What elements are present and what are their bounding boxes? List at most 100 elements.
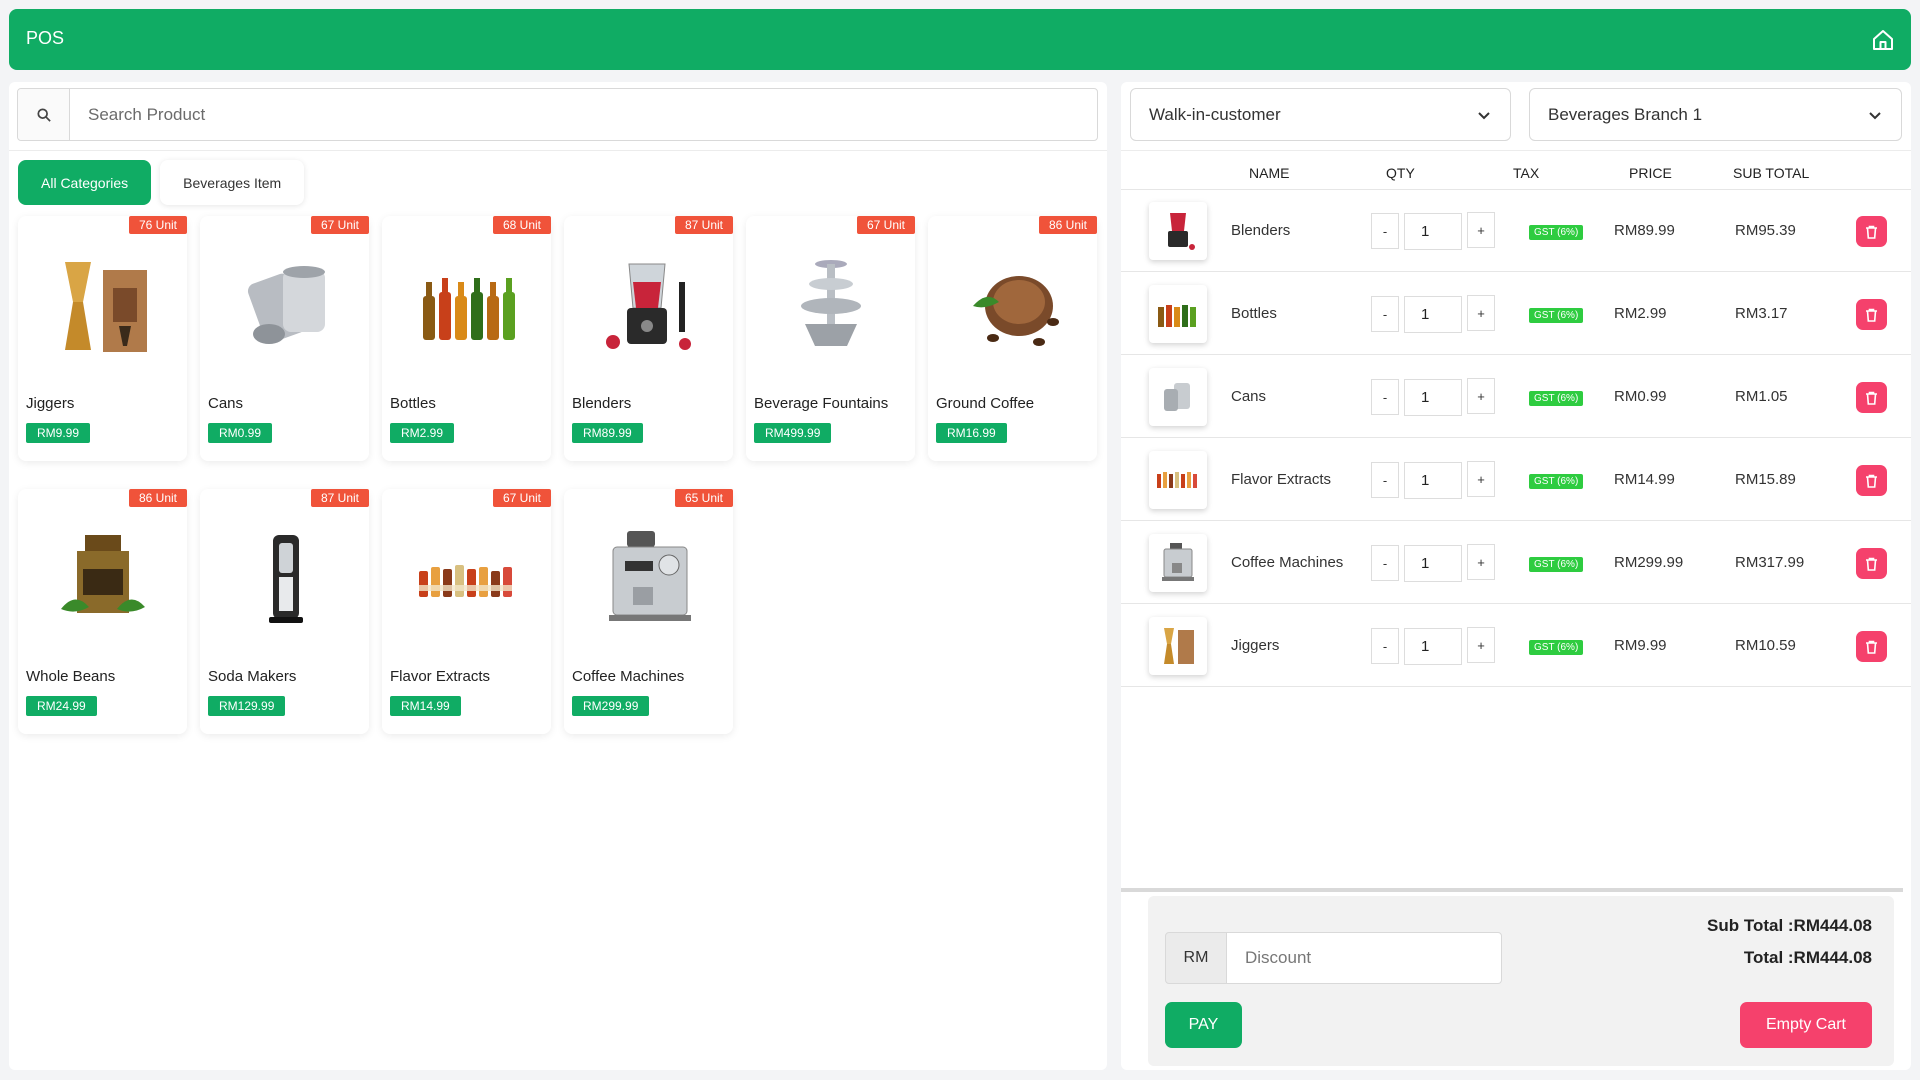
qty-input[interactable] (1404, 628, 1462, 665)
qty-decrease-button[interactable]: - (1371, 628, 1399, 664)
product-image (30, 517, 175, 642)
qty-increase-button[interactable]: + (1467, 212, 1495, 248)
product-image (576, 517, 721, 642)
qty-increase-button[interactable]: + (1467, 295, 1495, 331)
product-card[interactable]: 76 Unit Jiggers RM9.99 (18, 216, 187, 461)
qty-increase-button[interactable]: + (1467, 378, 1495, 414)
qty-decrease-button[interactable]: - (1371, 296, 1399, 332)
delete-item-button[interactable] (1856, 299, 1887, 330)
product-price: RM299.99 (572, 696, 650, 716)
home-icon[interactable] (1871, 28, 1895, 52)
trash-icon (1866, 391, 1877, 405)
qty-input[interactable] (1404, 462, 1462, 499)
product-name: Coffee Machines (572, 668, 685, 685)
cart-item-subtotal: RM15.89 (1735, 471, 1796, 488)
empty-cart-button[interactable]: Empty Cart (1740, 1002, 1872, 1048)
customer-select[interactable]: Walk-in-customer (1130, 88, 1511, 141)
product-card[interactable]: 86 Unit Ground Coffee RM16.99 (928, 216, 1097, 461)
product-card[interactable]: 87 Unit Soda Makers RM129.99 (200, 489, 369, 734)
product-name: Soda Makers (208, 668, 297, 685)
cart-row: Cans - + GST (6%) RM0.99 RM1.05 (1121, 356, 1911, 438)
stock-badge: 67 Unit (856, 216, 915, 234)
search-icon[interactable] (18, 89, 70, 140)
product-name: Ground Coffee (936, 395, 1035, 412)
qty-increase-button[interactable]: + (1467, 544, 1495, 580)
qty-decrease-button[interactable]: - (1371, 462, 1399, 498)
product-price: RM9.99 (26, 423, 91, 443)
delete-item-button[interactable] (1856, 631, 1887, 662)
product-card[interactable]: 68 Unit Bottles RM2.99 (382, 216, 551, 461)
product-name: Beverage Fountains (754, 395, 889, 412)
cart-item-name: Jiggers (1231, 637, 1280, 654)
product-image (394, 244, 539, 369)
stock-badge: 76 Unit (128, 216, 187, 234)
stock-badge: 68 Unit (492, 216, 551, 234)
product-card[interactable]: 67 Unit Beverage Fountains RM499.99 (746, 216, 915, 461)
trash-icon (1866, 640, 1877, 654)
cart-table-header: NAME QTY TAX PRICE SUB TOTAL (1121, 156, 1911, 190)
delete-item-button[interactable] (1856, 382, 1887, 413)
qty-decrease-button[interactable]: - (1371, 379, 1399, 415)
discount-input[interactable] (1227, 932, 1502, 984)
cart-item-price: RM14.99 (1614, 471, 1675, 488)
product-name: Cans (208, 395, 244, 412)
qty-decrease-button[interactable]: - (1371, 213, 1399, 249)
trash-icon (1866, 474, 1877, 488)
product-image (940, 244, 1085, 369)
qty-input[interactable] (1404, 545, 1462, 582)
product-card[interactable]: 65 Unit Coffee Machines RM299.99 (564, 489, 733, 734)
branch-select[interactable]: Beverages Branch 1 (1529, 88, 1902, 141)
cart-item-price: RM2.99 (1614, 305, 1667, 322)
cart-item-price: RM299.99 (1614, 554, 1684, 571)
product-card[interactable]: 67 Unit Cans RM0.99 (200, 216, 369, 461)
pay-button[interactable]: PAY (1165, 1002, 1242, 1048)
tab-all-categories[interactable]: All Categories (18, 160, 152, 205)
product-name: Whole Beans (26, 668, 116, 685)
tab-beverages-item[interactable]: Beverages Item (160, 160, 305, 205)
product-price: RM16.99 (936, 423, 1007, 443)
stock-badge: 67 Unit (310, 216, 369, 234)
column-header-name: NAME (1249, 165, 1290, 181)
qty-increase-button[interactable]: + (1467, 461, 1495, 497)
category-tabs: All Categories Beverages Item (18, 160, 305, 205)
column-header-tax: TAX (1513, 165, 1540, 181)
product-card[interactable]: 67 Unit Flavor Extracts RM14.99 (382, 489, 551, 734)
tax-badge: GST (6%) (1529, 640, 1584, 655)
cart-item-thumbnail (1149, 451, 1207, 509)
qty-input[interactable] (1404, 296, 1462, 333)
delete-item-button[interactable] (1856, 216, 1887, 247)
discount-group: RM (1165, 932, 1502, 984)
qty-input[interactable] (1404, 213, 1462, 250)
stock-badge: 67 Unit (492, 489, 551, 507)
cart-item-thumbnail (1149, 368, 1207, 426)
cart-item-name: Flavor Extracts (1231, 471, 1332, 488)
cart-item-thumbnail (1149, 202, 1207, 260)
product-card[interactable]: 86 Unit Whole Beans RM24.99 (18, 489, 187, 734)
cart-item-price: RM0.99 (1614, 388, 1667, 405)
product-image (212, 517, 357, 642)
chevron-down-icon (1869, 112, 1881, 120)
cart-item-thumbnail (1149, 617, 1207, 675)
cart-item-subtotal: RM3.17 (1735, 305, 1788, 322)
column-header-price: PRICE (1629, 165, 1672, 181)
cart-item-subtotal: RM10.59 (1735, 637, 1796, 654)
delete-item-button[interactable] (1856, 548, 1887, 579)
delete-item-button[interactable] (1856, 465, 1887, 496)
product-name: Bottles (390, 395, 436, 412)
qty-increase-button[interactable]: + (1467, 627, 1495, 663)
qty-input[interactable] (1404, 379, 1462, 416)
currency-label: RM (1165, 932, 1227, 984)
tax-badge: GST (6%) (1529, 308, 1584, 323)
search-input[interactable] (70, 89, 1097, 140)
product-price: RM89.99 (572, 423, 643, 443)
cart-item-price: RM89.99 (1614, 222, 1675, 239)
product-price: RM129.99 (208, 696, 286, 716)
qty-decrease-button[interactable]: - (1371, 545, 1399, 581)
cart-item-subtotal: RM317.99 (1735, 554, 1805, 571)
checkout-summary: RM Sub Total :RM444.08 Total :RM444.08 P… (1148, 896, 1894, 1066)
cart-item-thumbnail (1149, 285, 1207, 343)
product-card[interactable]: 87 Unit Blenders RM89.99 (564, 216, 733, 461)
column-header-subtotal: SUB TOTAL (1733, 165, 1810, 181)
divider (1121, 150, 1911, 151)
product-panel: All Categories Beverages Item 76 Unit Ji… (9, 82, 1107, 1070)
